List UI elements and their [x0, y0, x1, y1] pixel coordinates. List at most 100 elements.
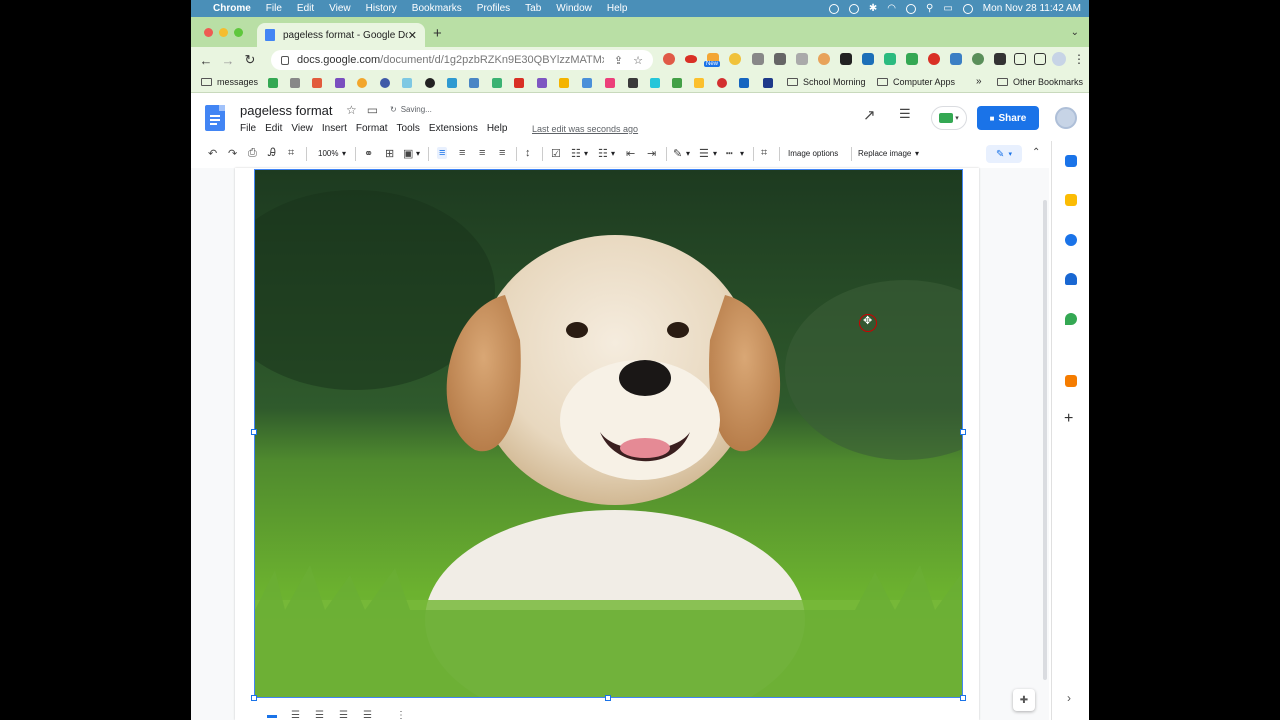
bookmark-icon[interactable] [514, 78, 524, 88]
chevron-down-icon[interactable]: ▾ [611, 149, 615, 158]
align-right-icon[interactable]: ≡ [479, 147, 485, 159]
border-weight-icon[interactable]: ☰ [699, 147, 709, 160]
lock-icon[interactable] [281, 55, 289, 65]
extension-icon[interactable] [928, 53, 940, 65]
comments-icon[interactable]: ☰ [899, 106, 911, 122]
add-addon-icon[interactable]: + [1064, 410, 1073, 428]
extension-icon[interactable] [862, 53, 874, 65]
bookmark-star-icon[interactable]: ☆ [633, 54, 643, 67]
menu-tab[interactable]: Tab [525, 3, 541, 14]
crop-icon[interactable]: ⌗ [761, 147, 767, 160]
puzzle-icon[interactable] [994, 53, 1006, 65]
resize-handle[interactable] [251, 695, 257, 701]
insert-image-icon[interactable]: ▣ [403, 147, 413, 160]
chevron-down-icon[interactable]: ▾ [915, 149, 919, 158]
share-page-icon[interactable]: ⇪ [614, 54, 623, 67]
docs-menu-file[interactable]: File [240, 123, 256, 134]
bookmark-icon[interactable] [469, 78, 479, 88]
docs-menu-extensions[interactable]: Extensions [429, 123, 478, 134]
chevron-down-icon[interactable]: ▾ [342, 149, 346, 158]
addon-icon[interactable] [1065, 375, 1077, 387]
chrome-menu-icon[interactable]: ⋮ [1073, 52, 1085, 66]
resize-handle[interactable] [960, 429, 966, 435]
chevron-down-icon[interactable]: ▾ [740, 149, 744, 158]
menu-profiles[interactable]: Profiles [477, 3, 510, 14]
cast-icon[interactable] [1014, 53, 1026, 65]
bookmark-icon[interactable] [628, 78, 638, 88]
extension-icon[interactable] [796, 53, 808, 65]
zoom-select[interactable]: 100% [318, 149, 338, 158]
decrease-indent-icon[interactable]: ⇤ [626, 147, 635, 160]
bookmark-icon[interactable] [537, 78, 547, 88]
menu-window[interactable]: Window [556, 3, 592, 14]
docs-menu-format[interactable]: Format [356, 123, 388, 134]
in-front-of-text-icon[interactable]: ☰ [363, 710, 372, 720]
bookmark-icon[interactable] [672, 78, 682, 88]
document-title[interactable]: pageless format [240, 103, 333, 118]
browser-tab[interactable]: pageless format - Google Docs ✕ [257, 23, 425, 47]
border-dash-icon[interactable]: ┅ [726, 147, 733, 160]
align-left-icon[interactable]: ≡ [437, 147, 448, 159]
extension-icon[interactable] [729, 53, 741, 65]
menu-history[interactable]: History [366, 3, 397, 14]
menu-view[interactable]: View [329, 3, 351, 14]
zoom-window-button[interactable] [234, 28, 243, 37]
wifi-icon[interactable]: ◠ [887, 3, 896, 14]
tab-search-chevron-icon[interactable]: ⌄ [1071, 27, 1079, 38]
bookmark-icon[interactable] [492, 78, 502, 88]
extension-icon[interactable] [906, 53, 918, 65]
extension-icon[interactable] [884, 53, 896, 65]
behind-text-icon[interactable]: ☰ [339, 710, 348, 720]
bookmark-folder-school-morning[interactable]: School Morning [787, 77, 866, 87]
reload-icon[interactable]: ↻ [239, 52, 261, 68]
docs-menu-tools[interactable]: Tools [397, 123, 420, 134]
vertical-scrollbar[interactable] [1043, 200, 1047, 680]
checklist-icon[interactable]: ☑ [551, 147, 561, 160]
forward-arrow-icon[interactable]: → [217, 53, 239, 68]
bookmark-icon[interactable] [312, 78, 322, 88]
print-icon[interactable]: ⎙ [248, 147, 257, 160]
menu-file[interactable]: File [266, 3, 282, 14]
bookmark-icon[interactable] [380, 78, 390, 88]
docs-menu-help[interactable]: Help [487, 123, 508, 134]
menu-bookmarks[interactable]: Bookmarks [412, 3, 462, 14]
align-justify-icon[interactable]: ≡ [499, 147, 505, 159]
bookmark-icon[interactable] [694, 78, 704, 88]
address-bar[interactable]: docs.google.com/document/d/1g2pzbRZKn9E3… [271, 50, 653, 70]
bookmark-icon[interactable] [357, 78, 367, 88]
new-tab-icon[interactable]: + [433, 25, 442, 42]
bookmark-icon[interactable] [425, 78, 435, 88]
resize-handle[interactable] [605, 695, 611, 701]
extension-icon[interactable] [818, 53, 830, 65]
control-center-icon[interactable]: ▭ [943, 3, 952, 14]
bluetooth-icon[interactable]: ✱ [869, 3, 877, 14]
menu-app-name[interactable]: Chrome [213, 3, 251, 14]
menu-help[interactable]: Help [607, 3, 628, 14]
bookmark-folder-other[interactable]: Other Bookmarks [997, 77, 1083, 87]
bookmark-icon[interactable] [559, 78, 569, 88]
menu-edit[interactable]: Edit [297, 3, 314, 14]
bookmark-icon[interactable] [717, 78, 727, 88]
replace-image-button[interactable]: Replace image [858, 149, 911, 158]
wrap-text-icon[interactable]: ☰ [291, 710, 300, 720]
tasks-icon[interactable] [1065, 234, 1077, 246]
docs-menu-insert[interactable]: Insert [322, 123, 347, 134]
undo-icon[interactable]: ↶ [208, 147, 217, 160]
bulleted-list-icon[interactable]: ☷ [571, 147, 581, 160]
more-bookmarks-chevron-icon[interactable]: » [976, 76, 982, 87]
bookmark-folder-messages[interactable]: messages [201, 77, 258, 87]
status-icon[interactable] [906, 3, 917, 14]
activity-trend-icon[interactable]: ↗ [863, 106, 876, 124]
docs-menu-view[interactable]: View [291, 123, 313, 134]
bookmark-icon[interactable] [582, 78, 592, 88]
calendar-icon[interactable] [1065, 155, 1077, 167]
minimize-window-button[interactable] [219, 28, 228, 37]
google-docs-logo-icon[interactable] [205, 105, 225, 131]
side-panel-icon[interactable] [1034, 53, 1046, 65]
spellcheck-icon[interactable]: Ꭿ [268, 147, 276, 160]
bookmark-icon[interactable] [290, 78, 300, 88]
chevron-down-icon[interactable]: ▾ [686, 149, 690, 158]
add-comment-icon[interactable]: ⊞ [385, 147, 394, 160]
resize-handle[interactable] [251, 429, 257, 435]
bookmark-icon[interactable] [763, 78, 773, 88]
